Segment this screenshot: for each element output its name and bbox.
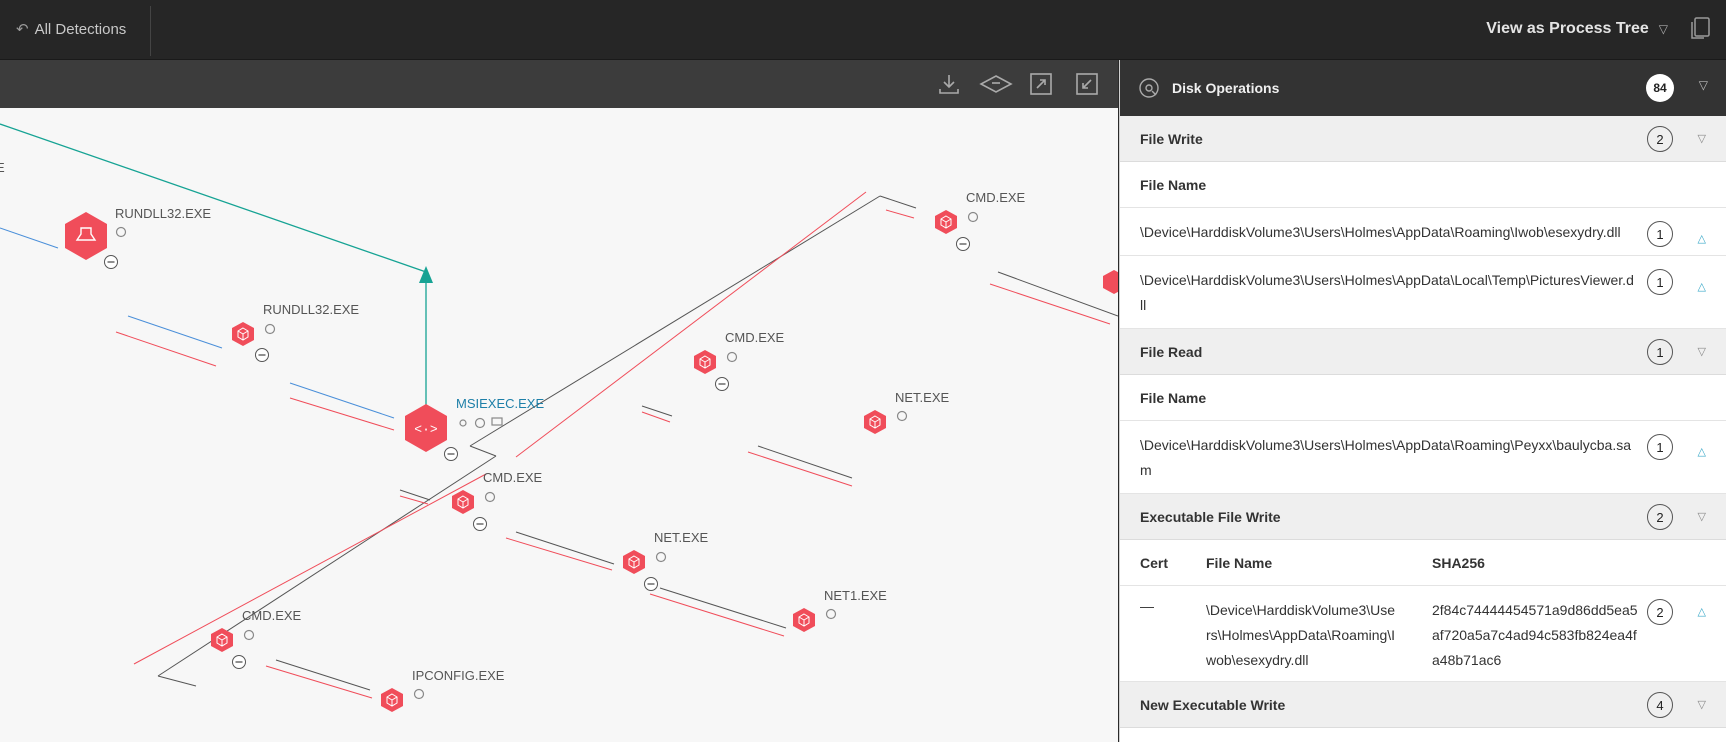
file-write-label: File Write bbox=[1140, 130, 1203, 147]
file-write-count: 2 bbox=[1647, 126, 1673, 152]
row-count: 1 bbox=[1647, 434, 1673, 460]
new-executable-write-section-header[interactable]: New Executable Write 4 ▽ bbox=[1120, 682, 1726, 728]
download-icon[interactable] bbox=[936, 71, 962, 97]
file-path: \Device\HarddiskVolume3\Users\Holmes\App… bbox=[1206, 602, 1396, 668]
blue-edge bbox=[0, 227, 59, 249]
process-node-ipconfig[interactable]: IPCONFIG.EXE bbox=[381, 668, 505, 712]
all-detections-link[interactable]: ↶ All Detections bbox=[16, 20, 127, 39]
file-write-row[interactable]: \Device\HarddiskVolume3\Users\Holmes\App… bbox=[1120, 208, 1726, 256]
file-path: \Device\HarddiskVolume3\Users\Holmes\App… bbox=[1140, 224, 1621, 240]
executable-columns-header: Cert File Name SHA256 bbox=[1120, 540, 1726, 586]
process-node-cmd-low[interactable]: CMD.EXE bbox=[452, 470, 543, 531]
process-node-net-low[interactable]: NET.EXE bbox=[623, 530, 709, 591]
details-panel: Disk Operations 84 ▽ File Write 2 ▽ File… bbox=[1119, 60, 1726, 742]
view-as-label: View as Process Tree bbox=[1486, 20, 1649, 37]
executable-file-write-count: 2 bbox=[1647, 504, 1673, 530]
executable-file-write-label: Executable File Write bbox=[1140, 508, 1281, 525]
node-label: CMD.EXE bbox=[966, 190, 1026, 205]
blue-edge bbox=[127, 315, 223, 349]
file-name-column-header: File Name bbox=[1206, 554, 1273, 571]
cert-column-header: Cert bbox=[1140, 554, 1169, 571]
file-path: \Device\HarddiskVolume3\Users\Holmes\App… bbox=[1140, 437, 1631, 478]
sha256-column-header: SHA256 bbox=[1432, 554, 1485, 571]
node-label: CMD.EXE bbox=[242, 608, 302, 623]
chevron-up-icon[interactable]: △ bbox=[1698, 440, 1706, 465]
process-graph[interactable]: RUNDLL32.EXE RUNDLL32.EXE <·> MSIEXEC.EX… bbox=[0, 60, 1118, 742]
topbar-divider bbox=[150, 6, 151, 56]
node-label: NET.EXE bbox=[654, 530, 709, 545]
chevron-down-icon: ▽ bbox=[1697, 346, 1706, 358]
disk-operations-title: Disk Operations bbox=[1172, 80, 1280, 96]
node-label: MSIEXEC.EXE bbox=[456, 396, 544, 411]
blue-edge bbox=[289, 382, 395, 419]
executable-file-write-row[interactable]: — \Device\HarddiskVolume3\Users\Holmes\A… bbox=[1120, 586, 1726, 682]
layers-icon[interactable] bbox=[978, 71, 1014, 97]
process-node-partial[interactable] bbox=[1103, 270, 1118, 294]
node-label: NET.EXE bbox=[895, 390, 950, 405]
executable-file-write-section-header[interactable]: Executable File Write 2 ▽ bbox=[1120, 494, 1726, 540]
row-count: 1 bbox=[1647, 221, 1673, 247]
new-executable-write-label: New Executable Write bbox=[1140, 696, 1286, 713]
node-label: CMD.EXE bbox=[483, 470, 543, 485]
file-write-row[interactable]: \Device\HarddiskVolume3\Users\Holmes\App… bbox=[1120, 256, 1726, 329]
file-name-column-header: File Name bbox=[1120, 162, 1726, 208]
file-read-count: 1 bbox=[1647, 339, 1673, 365]
svg-text:<·>: <·> bbox=[414, 422, 438, 437]
chevron-up-icon[interactable]: △ bbox=[1698, 605, 1706, 618]
process-node-net1[interactable]: NET1.EXE bbox=[793, 588, 887, 632]
chevron-up-icon[interactable]: △ bbox=[1698, 275, 1706, 300]
file-read-label: File Read bbox=[1140, 343, 1203, 360]
process-node-cmd-top[interactable]: CMD.EXE bbox=[935, 190, 1026, 251]
file-name-column-header: File Name bbox=[1120, 375, 1726, 421]
chevron-down-icon: ▽ bbox=[1658, 22, 1668, 36]
disk-operations-count: 84 bbox=[1646, 74, 1674, 102]
process-node-rundll32-child[interactable]: RUNDLL32.EXE bbox=[232, 302, 359, 362]
sha256-value: 2f84c74444454571a9d86dd5ea5af720a5a7c4ad… bbox=[1432, 602, 1638, 668]
chevron-up-icon[interactable]: △ bbox=[1698, 227, 1706, 252]
back-arrow-icon: ↶ bbox=[16, 21, 29, 38]
row-count: 2 bbox=[1647, 599, 1673, 625]
chevron-down-icon: ▽ bbox=[1697, 511, 1706, 523]
node-label: CMD.EXE bbox=[725, 330, 785, 345]
collapse-icon[interactable] bbox=[1074, 71, 1100, 97]
cert-value: — bbox=[1140, 598, 1154, 614]
new-executable-write-count: 4 bbox=[1647, 692, 1673, 718]
all-detections-label: All Detections bbox=[34, 20, 127, 38]
process-tree-canvas: RUNDLL32.EXE RUNDLL32.EXE <·> MSIEXEC.EX… bbox=[0, 123, 1118, 712]
file-write-section-header[interactable]: File Write 2 ▽ bbox=[1120, 116, 1726, 162]
row-count: 1 bbox=[1647, 269, 1673, 295]
node-label: NET1.EXE bbox=[824, 588, 887, 603]
node-label: RUNDLL32.EXE bbox=[115, 206, 211, 221]
chevron-down-icon: ▽ bbox=[1697, 133, 1706, 145]
chevron-down-icon: ▽ bbox=[1698, 78, 1708, 92]
file-read-row[interactable]: \Device\HarddiskVolume3\Users\Holmes\App… bbox=[1120, 421, 1726, 494]
expand-icon[interactable] bbox=[1028, 71, 1054, 97]
node-label: IPCONFIG.EXE bbox=[412, 668, 505, 683]
disk-icon bbox=[1139, 78, 1159, 98]
teal-edge bbox=[0, 123, 433, 415]
view-as-dropdown[interactable]: View as Process Tree ▽ bbox=[1486, 20, 1668, 38]
top-bar: ↶ All Detections View as Process Tree ▽ bbox=[0, 0, 1726, 60]
process-node-net-mid[interactable]: NET.EXE bbox=[864, 390, 950, 434]
chevron-down-icon: ▽ bbox=[1697, 699, 1706, 711]
file-read-section-header[interactable]: File Read 1 ▽ bbox=[1120, 329, 1726, 375]
node-label: RUNDLL32.EXE bbox=[263, 302, 359, 317]
file-path: \Device\HarddiskVolume3\Users\Holmes\App… bbox=[1140, 272, 1634, 313]
disk-operations-header[interactable]: Disk Operations 84 ▽ bbox=[1120, 60, 1726, 116]
process-node-cmd-mid[interactable]: CMD.EXE bbox=[694, 330, 785, 391]
graph-toolbar bbox=[0, 60, 1118, 108]
copy-icon[interactable] bbox=[1686, 14, 1714, 42]
process-node-rundll32-root[interactable]: RUNDLL32.EXE bbox=[65, 206, 211, 269]
process-node-cmd-bottom[interactable]: CMD.EXE bbox=[211, 608, 302, 669]
node-label-partial: E bbox=[0, 160, 5, 175]
